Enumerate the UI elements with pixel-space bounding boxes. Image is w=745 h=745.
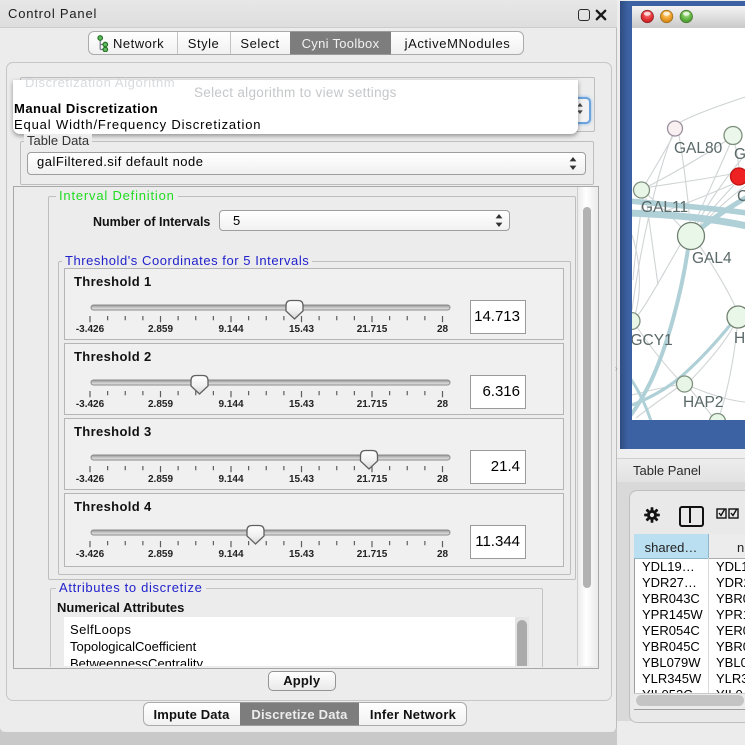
svg-text:H: H	[734, 330, 745, 347]
svg-text:GAL80: GAL80	[674, 140, 723, 157]
svg-text:C: C	[737, 188, 745, 205]
svg-text:GA: GA	[734, 146, 745, 163]
svg-text:GAL4: GAL4	[692, 250, 732, 267]
svg-text:GCY1: GCY1	[632, 332, 673, 349]
svg-text:HAP2: HAP2	[683, 394, 724, 411]
svg-text:GAL11: GAL11	[641, 199, 688, 216]
